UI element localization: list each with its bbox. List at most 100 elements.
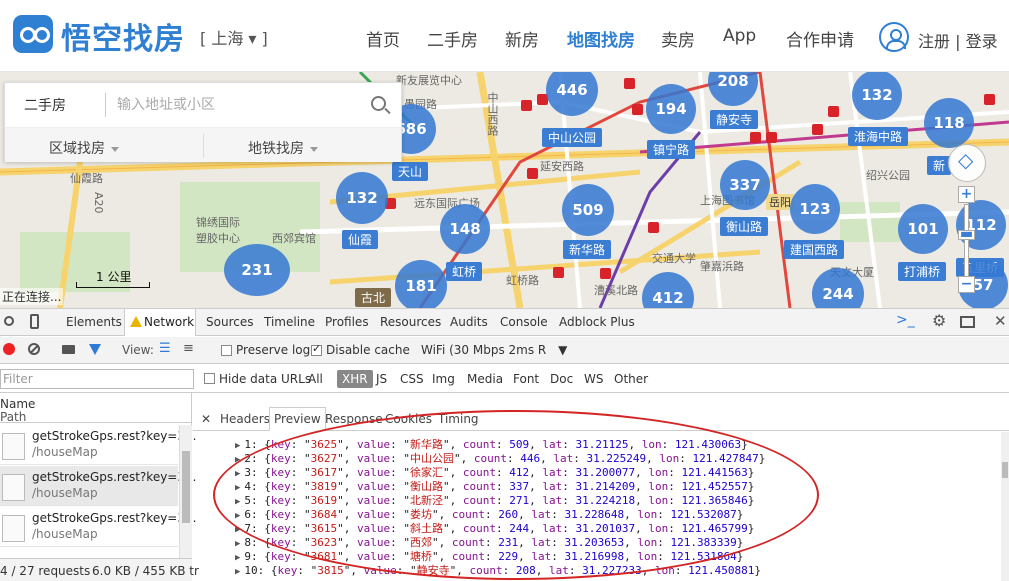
logo-icon[interactable] [13,15,53,53]
metro-station-icon[interactable] [632,104,643,115]
type-filter-css[interactable]: CSS [400,372,424,386]
district-filter-dropdown[interactable]: 区域找房 [49,138,119,158]
zoom-slider-handle[interactable]: ▬ [958,227,975,241]
cluster-bubble[interactable]: 194 [646,84,696,134]
capture-screenshots-icon[interactable] [62,345,75,354]
cluster-bubble[interactable]: 337 [720,160,770,210]
request-row[interactable]: getStrokeGps.rest?key=3... /houseMap [0,466,196,506]
type-filter-img[interactable]: Img [432,372,455,386]
request-list-scrollbar[interactable] [179,425,192,558]
filter-input[interactable] [0,369,194,389]
metro-station-icon[interactable] [624,78,635,89]
type-filter-js[interactable]: JS [376,372,387,386]
expand-arrow-icon[interactable]: ▶ [235,567,240,577]
metro-station-icon[interactable] [600,268,611,279]
user-icon[interactable] [879,22,909,52]
clear-icon[interactable] [28,343,40,355]
type-filter-xhr[interactable]: XHR [337,370,373,388]
metro-station-icon[interactable] [812,124,823,135]
tab-sources[interactable]: Sources [206,315,253,329]
cluster-bubble[interactable]: 132 [852,72,902,120]
metro-station-icon[interactable] [766,132,777,143]
preserve-log-checkbox[interactable] [221,345,232,356]
hide-data-urls-checkbox[interactable] [204,373,215,384]
cluster-label[interactable]: 天山 [392,162,429,181]
cluster-bubble[interactable]: 101 [898,204,948,254]
tab-audits[interactable]: Audits [450,315,488,329]
request-row[interactable]: getStrokeGps.rest?key=3... /houseMap [0,507,196,547]
nav-app[interactable]: App [723,26,756,46]
disable-cache-checkbox[interactable] [311,342,322,356]
column-name-header[interactable]: Name [0,397,35,411]
tab-timeline[interactable]: Timeline [264,315,315,329]
cluster-label[interactable]: 中山公园 [542,128,603,147]
scrollbar-thumb[interactable] [182,451,190,523]
cluster-bubble[interactable]: 148 [440,204,490,254]
auth-links[interactable]: 注册 | 登录 [918,28,998,52]
type-filter-ws[interactable]: WS [584,372,603,386]
nav-sell[interactable]: 卖房 [661,26,695,51]
zoom-out-button[interactable]: − [958,276,975,293]
overview-icon[interactable]: ≡ [183,341,194,356]
console-drawer-icon[interactable]: >_ [896,312,915,328]
metro-station-icon[interactable] [553,267,564,278]
cluster-label[interactable]: 建国西路 [784,240,845,259]
type-filter-other[interactable]: Other [614,372,648,386]
detail-tab-headers[interactable]: Headers [220,412,270,426]
property-type-select[interactable]: 二手房 [24,95,66,115]
metro-station-icon[interactable] [521,100,532,111]
column-path-header[interactable]: Path [0,410,26,424]
metro-station-icon[interactable] [750,132,761,143]
cluster-label[interactable]: 新华路 [563,240,612,259]
cluster-bubble[interactable]: 132 [336,172,388,224]
tab-profiles[interactable]: Profiles [325,315,369,329]
tab-resources[interactable]: Resources [380,315,441,329]
cluster-label[interactable]: 镇宁路 [647,140,696,159]
list-view-icon[interactable]: ☰ [159,341,171,356]
tab-network[interactable]: Network [144,315,194,329]
city-select[interactable]: [ 上海 ▾ ] [200,25,268,49]
nav-cooperation[interactable]: 合作申请 [786,26,854,51]
close-detail-icon[interactable]: ✕ [201,412,211,426]
cluster-label[interactable]: 淮海中路 [848,127,909,146]
device-mode-icon[interactable] [30,314,39,329]
throttle-select[interactable]: WiFi (30 Mbps 2ms R ▼ [421,343,567,357]
cluster-label[interactable]: 打浦桥 [898,262,947,281]
metro-station-icon[interactable] [984,94,995,105]
tab-adblock-plus[interactable]: Adblock Plus [559,315,635,329]
nav-map-search[interactable]: 地图找房 [567,26,635,51]
zoom-in-button[interactable]: + [958,186,975,203]
tab-console[interactable]: Console [500,315,548,329]
cluster-label[interactable]: 静安寺 [710,110,759,129]
dock-side-icon[interactable] [960,316,975,328]
metro-filter-dropdown[interactable]: 地铁找房 [248,138,318,158]
cluster-bubble[interactable]: 181 [395,260,447,308]
metro-station-icon[interactable] [828,106,839,117]
compass-pan-control[interactable] [948,144,986,182]
cluster-label[interactable]: 衡山路 [720,217,769,236]
search-icon[interactable] [371,96,386,111]
nav-second-hand[interactable]: 二手房 [427,26,478,51]
map-canvas[interactable]: 新友展览中心 愚园路 中山西路 仙霞路 延安西路 虹桥路 远东国际广场 锦绣国际… [0,72,1009,308]
type-filter-media[interactable]: Media [467,372,503,386]
nav-home[interactable]: 首页 [366,26,400,51]
logo-text[interactable]: 悟空找房 [61,14,185,58]
preview-scrollbar[interactable] [1001,432,1009,581]
cluster-bubble[interactable]: 509 [562,184,614,236]
record-icon[interactable] [3,343,15,355]
type-filter-font[interactable]: Font [513,372,539,386]
type-filter-all[interactable]: All [308,372,323,386]
metro-station-icon[interactable] [527,168,538,179]
settings-gear-icon[interactable]: ⚙ [932,311,946,330]
tab-elements[interactable]: Elements [66,315,122,329]
filter-icon[interactable] [89,344,101,355]
inspect-search-icon[interactable] [4,316,14,326]
close-devtools-icon[interactable]: ✕ [994,312,1007,330]
request-row[interactable]: getStrokeGps.rest?key=3... /houseMap [0,425,196,465]
detail-tab-preview[interactable]: Preview [269,407,326,431]
cluster-bubble[interactable]: 123 [790,184,840,234]
cluster-bubble[interactable]: 231 [224,244,290,296]
cluster-bubble[interactable]: 118 [924,98,974,148]
nav-new-homes[interactable]: 新房 [505,26,539,51]
metro-station-icon[interactable] [648,222,659,233]
